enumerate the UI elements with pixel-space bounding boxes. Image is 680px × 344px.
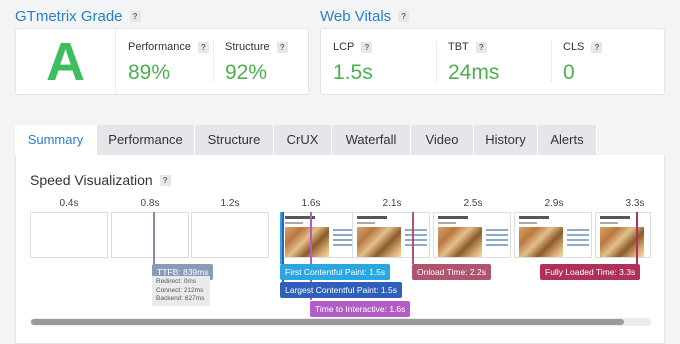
filmstrip-frame-screenshot[interactable] (595, 212, 651, 258)
timeline-tick: 2.9s (544, 198, 564, 209)
ttfb-backend: Backend: 627ms (156, 295, 205, 302)
help-icon[interactable]: ? (361, 41, 373, 53)
timeline-tick: 0.8s (140, 198, 160, 209)
fcp-marker[interactable]: First Contentful Paint: 1.5s (280, 264, 391, 280)
tab-waterfall[interactable]: Waterfall (332, 125, 411, 155)
web-vitals-card: LCP ? 1.5s TBT ? 24ms CLS ? 0 (320, 28, 665, 95)
filmstrip-frame-screenshot[interactable] (280, 212, 358, 258)
filmstrip-frame-empty (111, 212, 189, 258)
timeline-scrollbar[interactable] (30, 318, 651, 326)
tab-performance[interactable]: Performance (97, 125, 195, 155)
lcp-label: LCP (333, 41, 355, 53)
ttfb-line (153, 212, 155, 264)
help-icon[interactable]: ? (276, 41, 288, 53)
onload-line (412, 212, 414, 264)
help-icon[interactable]: ? (475, 41, 487, 53)
web-vitals-label: Web Vitals (320, 8, 392, 25)
cls-label: CLS (563, 41, 585, 53)
structure-label: Structure (225, 41, 270, 53)
cls-value: 0 (563, 61, 575, 84)
help-icon[interactable]: ? (398, 11, 410, 22)
performance-metric: Performance ? 89% (116, 29, 213, 94)
timeline-tick: 1.6s (301, 198, 321, 209)
lcp-value: 1.5s (333, 61, 373, 84)
scrollbar-thumb[interactable] (31, 319, 624, 325)
tab-video[interactable]: Video (411, 125, 474, 155)
ttfb-redirect: Redirect: 0ms (156, 278, 197, 285)
help-icon[interactable]: ? (197, 41, 209, 53)
tab-structure[interactable]: Structure (195, 125, 274, 155)
speed-visualization-title: Speed Visualization ? (30, 172, 171, 188)
summary-panel: Speed Visualization ? 0.4s 0.8s 1.2s 1.6… (15, 155, 665, 344)
timeline-tick: 1.2s (220, 198, 240, 209)
filmstrip-frame-empty (191, 212, 269, 258)
structure-value: 92% (225, 61, 268, 84)
timeline-tick: 2.1s (382, 198, 402, 209)
tbt-metric: TBT ? 24ms (436, 29, 551, 94)
gtmetrix-grade-label: GTmetrix Grade (15, 8, 123, 25)
tab-alerts[interactable]: Alerts (538, 125, 597, 155)
filmstrip-frame-empty (30, 212, 108, 258)
help-icon[interactable]: ? (159, 174, 171, 186)
tbt-value: 24ms (448, 61, 500, 84)
grade-cell: A (16, 29, 116, 94)
help-icon[interactable]: ? (591, 41, 603, 53)
gtmetrix-grade-title: GTmetrix Grade ? (15, 8, 141, 25)
fully-loaded-marker[interactable]: Fully Loaded Time: 3.3s (540, 264, 641, 280)
tab-bar-filler (597, 125, 665, 155)
timeline-tick: 0.4s (59, 198, 79, 209)
cls-metric: CLS ? 0 (551, 29, 665, 94)
filmstrip-frame-screenshot[interactable] (433, 212, 511, 258)
timeline-tick: 2.5s (463, 198, 483, 209)
filmstrip-frame-screenshot[interactable] (352, 212, 430, 258)
fully-loaded-line (636, 212, 638, 264)
speed-visualization-label: Speed Visualization (30, 172, 153, 188)
help-icon[interactable]: ? (129, 11, 141, 22)
structure-metric: Structure ? 92% (213, 29, 309, 94)
grade-letter: A (46, 31, 85, 92)
ttfb-detail: Redirect: 0ms Connect: 212ms Backend: 62… (152, 276, 210, 306)
performance-label: Performance (128, 41, 191, 53)
tab-summary[interactable]: Summary (15, 125, 97, 155)
timeline-tick: 3.3s (625, 198, 645, 209)
lcp-metric: LCP ? 1.5s (321, 29, 436, 94)
web-vitals-title: Web Vitals ? (320, 8, 410, 25)
report-tabs: Summary Performance Structure CrUX Water… (15, 125, 665, 155)
tab-crux[interactable]: CrUX (274, 125, 332, 155)
lcp-marker[interactable]: Largest Contentful Paint: 1.5s (280, 282, 402, 298)
tbt-label: TBT (448, 41, 469, 53)
filmstrip-frame-screenshot[interactable] (514, 212, 592, 258)
performance-value: 89% (128, 61, 171, 84)
tab-history[interactable]: History (474, 125, 538, 155)
tti-marker[interactable]: Time to Interactive: 1.6s (310, 301, 411, 317)
onload-marker[interactable]: Onload Time: 2.2s (412, 264, 491, 280)
ttfb-connect: Connect: 212ms (156, 286, 204, 294)
grade-card: A Performance ? 89% Structure ? 92% (15, 28, 309, 95)
